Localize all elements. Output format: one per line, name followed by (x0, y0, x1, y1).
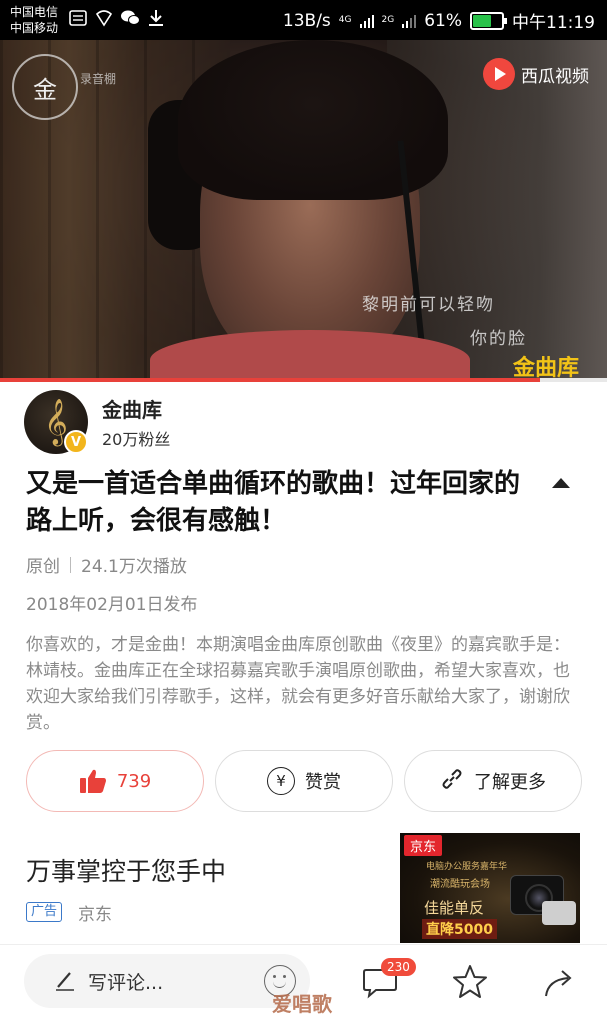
video-watermark: 金曲库 (512, 356, 579, 380)
lyric-line-2: 你的脸 (470, 329, 527, 349)
author-name[interactable]: 金曲库 (102, 394, 162, 423)
author-header[interactable]: 𝄞 V 金曲库 20万粉丝 (24, 386, 584, 456)
like-button[interactable]: 739 (26, 750, 204, 812)
meta-divider (70, 556, 71, 573)
carriers: 中国电信 中国移动 (10, 4, 58, 36)
signal-icon (359, 14, 374, 28)
star-icon[interactable] (450, 962, 490, 1002)
shield-icon (68, 9, 88, 27)
bottom-divider (0, 944, 607, 945)
lyric-line-1: 黎明前可以轻吻 (362, 295, 495, 315)
network-type-1: 4G (338, 15, 352, 25)
ad-source: 京东 (78, 905, 112, 925)
collapse-arrow-icon[interactable] (552, 478, 570, 488)
learn-more-button[interactable]: 了解更多 (404, 750, 582, 812)
learn-more-label: 了解更多 (474, 772, 546, 793)
reward-button[interactable]: ¥ 赞赏 (215, 750, 393, 812)
share-icon[interactable] (540, 962, 580, 1002)
platform-name: 西瓜视频 (521, 66, 589, 87)
video-progress-bar[interactable] (0, 378, 607, 382)
status-bar: 中国电信 中国移动 13B/s 4G 2G 61% 中午11:19 (0, 0, 607, 40)
carrier-1: 中国电信 (10, 5, 59, 19)
like-count: 739 (116, 770, 152, 792)
status-icons (68, 9, 166, 27)
article-title: 又是一首适合单曲循环的歌曲！过年回家的路上听，会很有感触！ (26, 469, 521, 536)
battery-icon (470, 11, 507, 30)
ad-image-line-4: 直降5000 (422, 919, 497, 939)
thumb-up-icon (79, 768, 107, 794)
carrier-2: 中国移动 (10, 21, 59, 35)
download-icon (146, 9, 166, 27)
video-progress-played (0, 378, 541, 382)
signal-icon-2 (402, 14, 417, 28)
ad-image-line-1: 电脑办公服务嘉年华 (426, 862, 508, 872)
article-type: 原创 (26, 557, 60, 577)
yen-icon: ¥ (267, 767, 295, 795)
verified-badge: V (64, 430, 88, 454)
battery-percent: 61% (424, 10, 462, 31)
publish-date: 2018年02月01日发布 (26, 595, 198, 615)
action-buttons: 739 ¥ 赞赏 了解更多 (26, 750, 582, 812)
wifi-icon (94, 9, 114, 27)
battery-fill (473, 14, 492, 27)
ad-tag: 广告 (26, 902, 63, 922)
singer-hair (178, 40, 448, 200)
ad-image[interactable]: 京东 电脑办公服务嘉年华 潮流酷玩会场 佳能单反 直降5000 (400, 833, 580, 943)
link-icon (440, 767, 464, 796)
watermark: 爱唱歌 (272, 992, 332, 1016)
network-speed: 13B/s (282, 10, 331, 31)
ad-image-line-3: 佳能单反 (424, 899, 485, 917)
wechat-icon (120, 9, 140, 27)
video-player[interactable]: 金 录音棚 西瓜视频 黎明前可以轻吻 你的脸 金曲库 (0, 40, 607, 380)
play-count: 24.1万次播放 (81, 557, 187, 577)
channel-logo: 金 (12, 54, 78, 120)
ad-image-brand: 京东 (404, 835, 443, 856)
ad-title[interactable]: 万事掌控于您手中 (26, 852, 226, 888)
comment-count-badge: 230 (381, 958, 416, 976)
camera-image-small (542, 901, 576, 925)
article-meta: 原创 24.1万次播放 (26, 552, 187, 577)
pen-icon (54, 969, 76, 991)
play-icon (483, 58, 515, 90)
reward-label: 赞赏 (305, 772, 341, 793)
network-type-2: 2G (381, 15, 395, 25)
ad-image-line-2: 潮流酷玩会场 (430, 879, 490, 890)
article-description: 你喜欢的，才是金曲！本期演唱金曲库原创歌曲《夜里》的嘉宾歌手是：林靖枝。金曲库正… (26, 635, 570, 733)
platform-logo: 西瓜视频 (483, 58, 589, 90)
channel-logo-sub: 录音棚 (80, 72, 117, 86)
author-fans: 20万粉丝 (102, 430, 171, 449)
status-right: 13B/s 4G 2G 61% 中午11:19 (282, 8, 595, 34)
comment-input[interactable]: 写评论... (24, 954, 310, 1008)
clock: 中午11:19 (512, 13, 595, 33)
comment-placeholder: 写评论... (88, 972, 164, 994)
